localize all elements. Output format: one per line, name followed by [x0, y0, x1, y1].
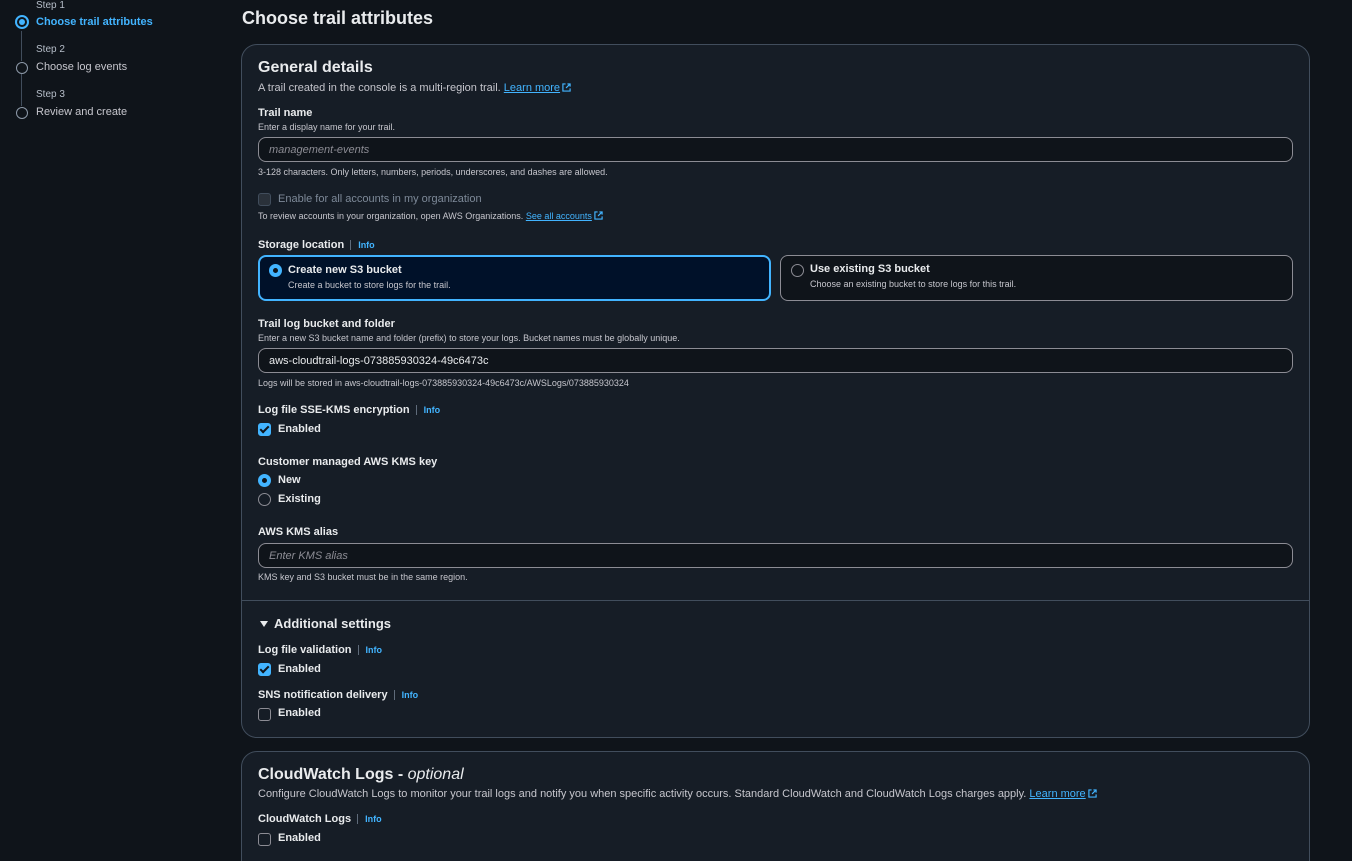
org-hint-text: To review accounts in your organization,… [258, 211, 524, 221]
storage-location-label: Storage location Info [258, 239, 375, 251]
create-new-bucket-desc: Create a bucket to store logs for the tr… [288, 280, 451, 290]
step-3-title: Review and create [36, 106, 128, 118]
trail-name-description: Enter a display name for your trail. [258, 122, 396, 132]
bucket-input[interactable] [258, 348, 1293, 373]
step-1-title[interactable]: Choose trail attributes [36, 16, 153, 28]
step-3-circle-icon [16, 107, 28, 119]
step-3-number: Step 3 [36, 89, 65, 100]
kms-existing-label: Existing [278, 493, 321, 505]
general-details-heading: General details [258, 59, 373, 76]
bucket-hint: Logs will be stored in aws-cloudtrail-lo… [258, 378, 629, 388]
use-existing-bucket-radio[interactable] [791, 264, 804, 277]
learn-more-link[interactable]: Learn more [504, 82, 571, 94]
storage-location-text: Storage location [258, 239, 345, 251]
external-link-icon [1088, 789, 1097, 798]
cloudwatch-description: Configure CloudWatch Logs to monitor you… [258, 788, 1097, 800]
cloudwatch-logs-container: CloudWatch Logs - optional Configure Clo… [241, 751, 1310, 861]
section-divider [242, 600, 1309, 601]
cloudwatch-logs-checkbox[interactable] [258, 833, 271, 846]
see-all-accounts-label: See all accounts [525, 211, 592, 221]
cloudwatch-heading-text: CloudWatch Logs [258, 766, 394, 783]
log-validation-info-link[interactable]: Info [357, 645, 383, 655]
page-title: Choose trail attributes [242, 8, 434, 28]
additional-settings-heading: Additional settings [274, 616, 391, 631]
step-2-title: Choose log events [36, 61, 128, 73]
general-details-description-text: A trail created in the console is a mult… [258, 82, 501, 94]
kms-alias-input[interactable] [258, 543, 1293, 568]
log-validation-text: Log file validation [258, 644, 352, 656]
org-checkbox[interactable] [258, 193, 271, 206]
kms-new-label: New [278, 474, 301, 486]
sns-checkbox[interactable] [258, 708, 271, 721]
cloudwatch-heading-optional: optional [407, 766, 464, 783]
kms-alias-hint: KMS key and S3 bucket must be in the sam… [258, 572, 468, 582]
external-link-icon [562, 83, 571, 92]
sns-label: SNS notification delivery Info [258, 689, 419, 701]
cloudwatch-info-link[interactable]: Info [357, 814, 382, 824]
cloudwatch-learn-more-label: Learn more [1029, 788, 1086, 800]
bucket-description: Enter a new S3 bucket name and folder (p… [258, 333, 680, 343]
sse-kms-info-link[interactable]: Info [415, 405, 441, 415]
sns-checkbox-label: Enabled [278, 707, 321, 719]
cloudwatch-description-text: Configure CloudWatch Logs to monitor you… [258, 788, 1027, 800]
sse-kms-label: Log file SSE-KMS encryption Info [258, 404, 441, 416]
cloudwatch-heading-dash: - [393, 766, 408, 783]
step-1-number: Step 1 [36, 0, 65, 11]
storage-info-link[interactable]: Info [350, 240, 375, 250]
kms-existing-radio[interactable] [258, 493, 271, 506]
use-existing-bucket-tile[interactable]: Use existing S3 bucket Choose an existin… [780, 255, 1293, 301]
see-all-accounts-link[interactable]: See all accounts [526, 211, 603, 221]
external-link-icon [594, 211, 603, 220]
caret-down-icon [260, 621, 268, 627]
use-existing-bucket-desc: Choose an existing bucket to store logs … [810, 279, 1017, 289]
cloudwatch-logs-text: CloudWatch Logs [258, 813, 352, 825]
trail-name-label: Trail name [258, 107, 313, 119]
create-new-bucket-tile[interactable]: Create new S3 bucket Create a bucket to … [258, 255, 771, 301]
kms-key-label: Customer managed AWS KMS key [258, 456, 438, 468]
bucket-label: Trail log bucket and folder [258, 318, 395, 330]
general-details-description: A trail created in the console is a mult… [258, 82, 571, 94]
cloudwatch-logs-checkbox-label: Enabled [278, 832, 321, 844]
trail-name-input[interactable] [258, 137, 1293, 162]
step-2-circle-icon [16, 62, 28, 74]
step-2-number: Step 2 [36, 44, 65, 55]
cloudwatch-logs-label: CloudWatch Logs Info [258, 813, 382, 825]
log-validation-checkbox[interactable] [258, 663, 271, 676]
cloudwatch-learn-more-link[interactable]: Learn more [1029, 788, 1097, 800]
create-new-bucket-radio[interactable] [269, 264, 282, 277]
general-details-container: General details A trail created in the c… [241, 44, 1310, 738]
trail-name-constraint: 3-128 characters. Only letters, numbers,… [258, 167, 608, 177]
create-new-bucket-title: Create new S3 bucket [288, 264, 402, 276]
sns-info-link[interactable]: Info [393, 690, 419, 700]
kms-new-radio[interactable] [258, 474, 271, 487]
step-1-current-icon [15, 15, 29, 29]
step-connector [21, 74, 22, 106]
sse-kms-text: Log file SSE-KMS encryption [258, 404, 410, 416]
log-validation-label: Log file validation Info [258, 644, 383, 656]
additional-settings-toggle[interactable]: Additional settings [260, 616, 391, 631]
org-hint: To review accounts in your organization,… [258, 211, 603, 221]
sns-text: SNS notification delivery [258, 689, 388, 701]
use-existing-bucket-title: Use existing S3 bucket [810, 263, 930, 275]
step-connector [21, 31, 22, 61]
log-validation-checkbox-label: Enabled [278, 663, 321, 675]
org-checkbox-label: Enable for all accounts in my organizati… [278, 193, 482, 205]
sse-kms-checkbox[interactable] [258, 423, 271, 436]
cloudwatch-heading: CloudWatch Logs - optional [258, 766, 464, 784]
kms-alias-label: AWS KMS alias [258, 526, 339, 538]
learn-more-label: Learn more [503, 82, 561, 94]
wizard-steps: Step 1 Choose trail attributes Step 2 Ch… [0, 0, 200, 861]
sse-kms-checkbox-label: Enabled [278, 423, 321, 435]
